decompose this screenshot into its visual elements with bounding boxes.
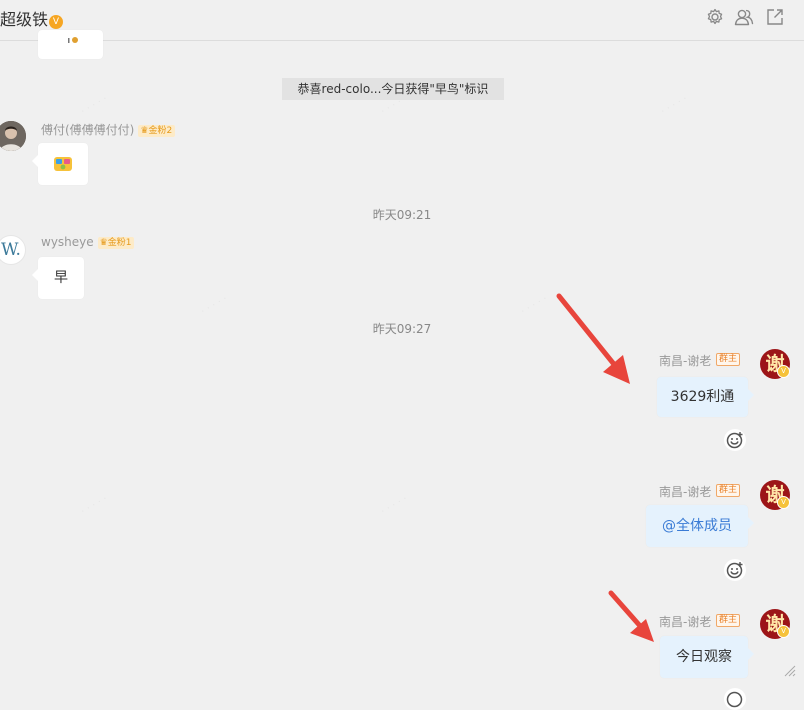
verified-badge-icon: V xyxy=(777,496,790,509)
message-bubble[interactable]: 3629利通 xyxy=(657,377,754,417)
message-bubble[interactable]: 早 xyxy=(32,257,84,299)
members-icon[interactable] xyxy=(734,7,754,27)
add-reaction-icon[interactable] xyxy=(724,688,746,710)
message-text: 3629利通 xyxy=(670,389,735,405)
avatar[interactable]: W. xyxy=(0,235,26,265)
sticker-fragment-icon xyxy=(68,37,78,43)
add-reaction-icon[interactable] xyxy=(724,429,746,451)
group-name: 超级铁 xyxy=(0,10,49,29)
chat-header: 超级铁 V xyxy=(0,0,804,41)
resize-handle-icon[interactable] xyxy=(783,664,797,678)
user-photo-icon xyxy=(0,121,26,151)
sender-name: 南昌-谢老 xyxy=(659,615,712,629)
system-notice: 恭喜red-colo...今日获得"早鸟"标识 xyxy=(282,78,504,100)
timestamp: 昨天09:27 xyxy=(372,322,432,336)
external-link-icon[interactable] xyxy=(765,7,785,27)
sender-name: 傅付(傅傅傅付付) ♛金粉2 xyxy=(41,121,176,138)
group-title: 超级铁 V xyxy=(0,6,64,30)
sender-name: 南昌-谢老 xyxy=(659,354,712,368)
message-bubble[interactable] xyxy=(32,143,88,185)
avatar[interactable] xyxy=(0,121,26,151)
annotation-arrow-icon xyxy=(556,293,630,384)
group-owner-badge: 群主 xyxy=(716,484,741,497)
gear-icon[interactable] xyxy=(705,7,725,27)
message-text: 今日观察 xyxy=(676,649,732,665)
sender-name: wysheye ♛金粉1 xyxy=(41,235,135,249)
verified-badge-icon: V xyxy=(49,15,64,29)
add-reaction-icon[interactable] xyxy=(724,559,746,581)
verified-badge-icon: V xyxy=(777,625,790,638)
sender-name: 南昌-谢老 xyxy=(659,485,712,499)
message-bubble[interactable]: 今日观察 xyxy=(660,636,754,678)
verified-badge-icon: V xyxy=(777,365,790,378)
fan-level-badge: ♛金粉1 xyxy=(97,237,135,249)
group-owner-badge: 群主 xyxy=(716,353,741,366)
timestamp: 昨天09:21 xyxy=(372,208,432,222)
message-bubble-partial[interactable] xyxy=(38,30,103,59)
annotation-arrow-icon xyxy=(608,590,654,642)
message-bubble[interactable]: @全体成员 xyxy=(646,505,754,547)
message-text: @全体成员 xyxy=(662,518,732,534)
emoji-sticker-icon xyxy=(54,157,72,171)
fan-level-badge: ♛金粉2 xyxy=(138,125,176,137)
group-owner-badge: 群主 xyxy=(716,614,741,627)
message-text: 早 xyxy=(54,270,68,286)
